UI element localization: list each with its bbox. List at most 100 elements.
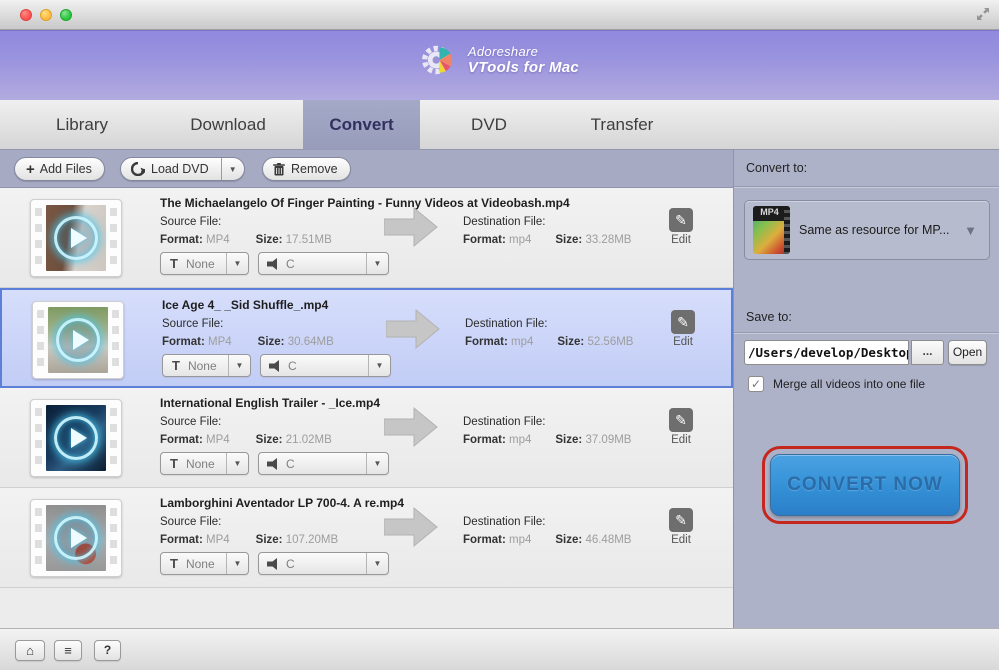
convert-now-button[interactable]: CONVERT NOW [770,454,960,516]
brand-product: VTools for Mac [468,59,579,76]
edit-button[interactable]: ✎ Edit [660,208,702,246]
convert-arrow-icon [384,506,438,548]
tab-dvd[interactable]: DVD [444,100,534,150]
output-format-value: Same as resource for MP... [799,223,950,237]
edit-button[interactable]: ✎ Edit [660,408,702,446]
brand-logo: Adoreshare VTools for Mac [420,41,579,79]
convert-settings-panel: Convert to: MP4 Same as resource for MP.… [733,150,999,628]
text-icon: T [170,456,178,471]
menu-button[interactable]: ≡ [54,640,82,661]
source-file-label: Source File: [160,216,221,228]
play-icon[interactable] [54,216,98,260]
merge-videos-label: Merge all videos into one file [773,377,925,391]
zoom-icon[interactable] [60,9,72,21]
load-dvd-dropdown-arrow[interactable]: ▼ [222,165,244,174]
text-icon: T [172,358,180,373]
video-title: Ice Age 4_ _Sid Shuffle_.mp4 [162,298,328,312]
edit-pencil-icon: ✎ [669,508,693,532]
mp4-format-icon: MP4 [753,206,790,254]
play-icon[interactable] [54,516,98,560]
convert-arrow-icon [386,308,440,350]
help-icon: ? [104,643,111,657]
tab-library[interactable]: Library [32,100,132,150]
dest-size: 33.28MB [585,234,631,246]
destination-file-label: Destination File: [463,216,545,228]
plus-icon: + [26,161,35,178]
play-icon[interactable] [54,416,98,460]
tab-convert[interactable]: Convert [303,100,420,150]
video-title: The Michaelangelo Of Finger Painting - F… [160,196,570,210]
source-size: 17.51MB [286,234,332,246]
browse-button[interactable]: ... [911,340,944,365]
subtitle-dropdown[interactable]: T None ▼ [160,552,249,575]
file-list: The Michaelangelo Of Finger Painting - F… [0,188,733,628]
video-row[interactable]: The Michaelangelo Of Finger Painting - F… [0,188,733,288]
subtitle-dropdown[interactable]: T None ▼ [160,252,249,275]
source-size: 21.02MB [286,434,332,446]
convert-arrow-icon [384,406,438,448]
close-icon[interactable] [20,9,32,21]
chevron-down-icon: ▼ [367,559,388,568]
audio-dropdown[interactable]: C ▼ [258,452,389,475]
audio-dropdown[interactable]: C ▼ [258,552,389,575]
load-dvd-icon [131,162,145,176]
trash-icon [273,163,285,176]
save-to-label: Save to: [746,310,792,324]
tab-download[interactable]: Download [168,100,288,150]
chevron-down-icon: ▼ [964,223,977,238]
subtitle-dropdown[interactable]: T None ▼ [162,354,251,377]
audio-dropdown[interactable]: C ▼ [258,252,389,275]
speaker-icon [267,558,278,570]
fullscreen-icon[interactable] [975,6,991,22]
video-title: Lamborghini Aventador LP 700-4. A re.mp4 [160,496,404,510]
home-button[interactable]: ⌂ [15,640,45,661]
source-format: MP4 [206,534,230,546]
merge-videos-checkbox-row[interactable]: ✓ Merge all videos into one file [748,376,925,392]
speaker-icon [267,258,278,270]
text-icon: T [170,256,178,271]
video-thumbnail [32,301,124,379]
help-button[interactable]: ? [94,640,121,661]
edit-button[interactable]: ✎ Edit [660,508,702,546]
chevron-down-icon: ▼ [229,361,250,370]
output-format-dropdown[interactable]: MP4 Same as resource for MP... ▼ [744,200,990,260]
chevron-down-icon: ▼ [227,259,248,268]
video-row[interactable]: Lamborghini Aventador LP 700-4. A re.mp4… [0,488,733,588]
edit-pencil-icon: ✎ [669,208,693,232]
brand-name: Adoreshare [468,44,579,59]
open-folder-button[interactable]: Open [948,340,987,365]
chevron-down-icon: ▼ [367,259,388,268]
load-dvd-button[interactable]: Load DVD ▼ [120,157,245,181]
source-file-label: Source File: [160,516,221,528]
chevron-down-icon: ▼ [227,559,248,568]
remove-button[interactable]: Remove [262,157,351,181]
video-thumbnail [30,399,122,477]
video-row[interactable]: International English Trailer - _Ice.mp4… [0,388,733,488]
checkbox-checked-icon[interactable]: ✓ [748,376,764,392]
audio-dropdown[interactable]: C ▼ [260,354,391,377]
source-size: 30.64MB [288,336,334,348]
dest-size: 46.48MB [585,534,631,546]
dest-format: mp4 [509,434,531,446]
tab-bar: Library Download Convert DVD Transfer [0,100,999,150]
edit-button[interactable]: ✎ Edit [662,310,704,348]
minimize-icon[interactable] [40,9,52,21]
gear-logo-icon [420,41,458,79]
video-thumbnail [30,199,122,277]
save-path-input[interactable]: /Users/develop/Desktop [744,340,909,365]
tab-transfer[interactable]: Transfer [567,100,677,150]
subtitle-dropdown[interactable]: T None ▼ [160,452,249,475]
source-format: MP4 [208,336,232,348]
source-file-label: Source File: [160,416,221,428]
destination-file-label: Destination File: [465,318,547,330]
dest-size: 37.09MB [585,434,631,446]
dest-format: mp4 [509,534,531,546]
app-header: Adoreshare VTools for Mac [0,30,999,100]
annotation-highlight-ring: CONVERT NOW [762,446,968,524]
add-files-button[interactable]: + Add Files [14,157,105,181]
edit-pencil-icon: ✎ [671,310,695,334]
convert-to-label: Convert to: [746,161,807,175]
play-icon[interactable] [56,318,100,362]
video-row-selected[interactable]: Ice Age 4_ _Sid Shuffle_.mp4 Source File… [0,288,733,388]
speaker-icon [267,458,278,470]
